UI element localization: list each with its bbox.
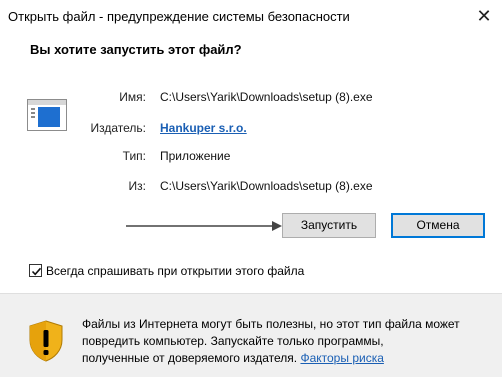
always-ask-checkbox[interactable] [29, 264, 42, 277]
type-value: Приложение [160, 149, 231, 163]
close-icon[interactable]: ✕ [474, 6, 494, 26]
always-ask-label[interactable]: Всегда спрашивать при открытии этого фай… [46, 264, 304, 278]
publisher-label: Издатель: [90, 121, 147, 135]
from-label: Из: [128, 179, 146, 193]
arrow-icon [126, 221, 282, 231]
warning-line-3-text: полученные от доверяемого издателя. [82, 351, 301, 365]
type-label: Тип: [122, 149, 146, 163]
publisher-link[interactable]: Hankuper s.r.o. [160, 121, 247, 135]
warning-line-1: Файлы из Интернета могут быть полезны, н… [82, 317, 460, 331]
run-button[interactable]: Запустить [282, 213, 376, 238]
warning-text: Файлы из Интернета могут быть полезны, н… [82, 316, 492, 367]
checkmark-icon [31, 267, 42, 276]
warning-line-3: полученные от доверяемого издателя. Факт… [82, 350, 492, 367]
name-label: Имя: [119, 90, 146, 104]
from-value: C:\Users\Yarik\Downloads\setup (8).exe [160, 179, 373, 193]
window-title: Открыть файл - предупреждение системы бе… [8, 9, 350, 24]
name-value: C:\Users\Yarik\Downloads\setup (8).exe [160, 90, 373, 104]
run-question: Вы хотите запустить этот файл? [30, 42, 242, 57]
warning-footer: Файлы из Интернета могут быть полезны, н… [0, 293, 502, 377]
title-bar: Открыть файл - предупреждение системы бе… [0, 0, 502, 34]
risk-factors-link[interactable]: Факторы риска [300, 351, 383, 365]
cancel-button[interactable]: Отмена [391, 213, 485, 238]
warning-line-2: повредить компьютер. Запускайте только п… [82, 334, 384, 348]
shield-warning-icon [29, 320, 63, 362]
